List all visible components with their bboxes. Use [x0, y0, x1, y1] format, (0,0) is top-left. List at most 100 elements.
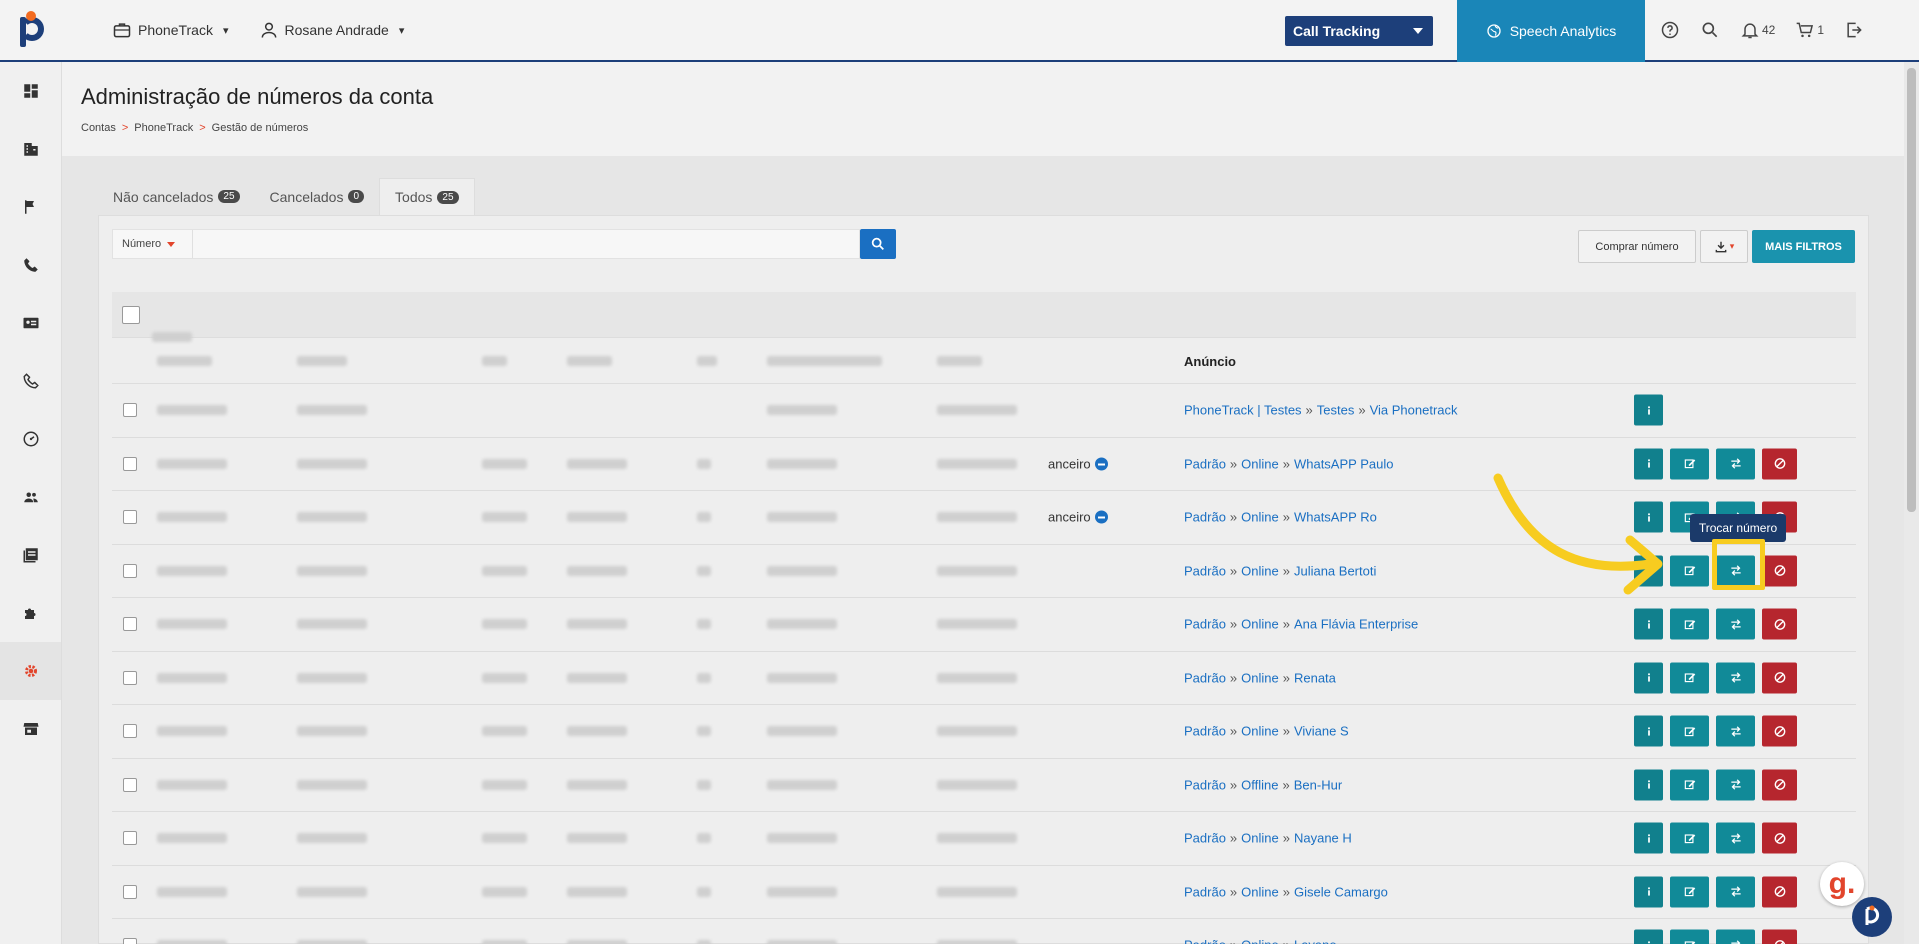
help-button[interactable] [1660, 20, 1680, 40]
swap-number-button[interactable] [1716, 662, 1755, 694]
ad-link[interactable]: Layane [1294, 938, 1337, 944]
ad-link[interactable]: Nayane H [1294, 831, 1352, 846]
ad-link[interactable]: Padrão [1184, 456, 1226, 471]
info-button[interactable] [1634, 876, 1663, 908]
row-checkbox[interactable] [123, 617, 137, 632]
cancel-number-button[interactable] [1762, 662, 1797, 694]
ad-link[interactable]: Via Phonetrack [1370, 403, 1458, 418]
ad-link[interactable]: Testes [1317, 403, 1355, 418]
info-button[interactable] [1634, 394, 1663, 426]
minus-circle-icon[interactable] [1094, 457, 1108, 471]
ad-link[interactable]: Online [1241, 617, 1279, 632]
ad-link[interactable]: Online [1241, 884, 1279, 899]
sidebar-item-contacts[interactable] [0, 294, 61, 352]
buy-number-button[interactable]: Comprar número [1578, 230, 1696, 263]
info-button[interactable] [1634, 715, 1663, 747]
info-button[interactable] [1634, 608, 1663, 640]
ad-link[interactable]: Juliana Bertoti [1294, 563, 1376, 578]
swap-number-button[interactable] [1716, 448, 1755, 480]
download-button[interactable]: ▾ [1700, 230, 1748, 263]
notifications-button[interactable]: 42 [1740, 20, 1775, 40]
search-input[interactable] [193, 230, 853, 258]
ad-link[interactable]: Padrão [1184, 777, 1226, 792]
sidebar-item-speed[interactable] [0, 410, 61, 468]
sidebar-item-reports[interactable] [0, 526, 61, 584]
edit-button[interactable] [1670, 769, 1709, 801]
sidebar-item-calls[interactable] [0, 236, 61, 294]
info-button[interactable] [1634, 769, 1663, 801]
edit-button[interactable] [1670, 662, 1709, 694]
edit-button[interactable] [1670, 608, 1709, 640]
row-checkbox[interactable] [123, 670, 137, 685]
ad-link[interactable]: Offline [1241, 777, 1278, 792]
sidebar-item-campaigns[interactable] [0, 178, 61, 236]
chat-launcher[interactable] [1852, 897, 1892, 937]
more-filters-button[interactable]: MAIS FILTROS [1752, 230, 1855, 263]
edit-button[interactable] [1670, 876, 1709, 908]
company-menu[interactable]: PhoneTrack ▾ [112, 20, 229, 40]
scrollbar-thumb[interactable] [1907, 68, 1916, 512]
row-checkbox[interactable] [123, 831, 137, 846]
ad-link[interactable]: Padrão [1184, 670, 1226, 685]
edit-button[interactable] [1670, 715, 1709, 747]
ad-link[interactable]: Ben-Hur [1294, 777, 1342, 792]
ad-link[interactable]: PhoneTrack | Testes [1184, 403, 1302, 418]
cancel-number-button[interactable] [1762, 876, 1797, 908]
phonetrack-logo[interactable] [0, 0, 62, 60]
tab-nao-cancelados[interactable]: Não cancelados 25 [98, 178, 255, 215]
ad-link[interactable]: Online [1241, 670, 1279, 685]
breadcrumb-item-contas[interactable]: Contas [81, 122, 116, 134]
row-checkbox[interactable] [123, 403, 137, 418]
guide-badge[interactable]: g. [1820, 862, 1864, 906]
ad-link[interactable]: Gisele Camargo [1294, 884, 1388, 899]
row-checkbox[interactable] [123, 510, 137, 525]
row-checkbox[interactable] [123, 777, 137, 792]
breadcrumb-item-phonetrack[interactable]: PhoneTrack [134, 122, 193, 134]
tab-todos[interactable]: Todos 25 [379, 178, 475, 215]
info-button[interactable] [1634, 822, 1663, 854]
edit-button[interactable] [1670, 555, 1709, 587]
edit-button[interactable] [1670, 822, 1709, 854]
sidebar-item-dashboard[interactable] [0, 62, 61, 120]
swap-number-button[interactable] [1716, 715, 1755, 747]
ad-link[interactable]: Online [1241, 831, 1279, 846]
ad-link[interactable]: Padrão [1184, 563, 1226, 578]
select-all-checkbox[interactable] [122, 305, 140, 324]
ad-link[interactable]: Padrão [1184, 510, 1226, 525]
ad-link[interactable]: Online [1241, 563, 1279, 578]
minus-circle-icon[interactable] [1094, 510, 1108, 524]
swap-number-button[interactable] [1716, 822, 1755, 854]
sidebar-item-settings[interactable] [0, 642, 61, 700]
logout-button[interactable] [1844, 20, 1864, 40]
sidebar-item-numbers[interactable] [0, 352, 61, 410]
swap-number-button[interactable] [1716, 929, 1755, 944]
cart-button[interactable]: 1 [1795, 20, 1824, 40]
ad-link[interactable]: WhatsAPP Ro [1294, 510, 1377, 525]
row-checkbox[interactable] [123, 456, 137, 471]
swap-number-button[interactable] [1716, 608, 1755, 640]
page-scrollbar[interactable] [1904, 62, 1919, 944]
row-checkbox[interactable] [123, 884, 137, 899]
ad-link[interactable]: Ana Flávia Enterprise [1294, 617, 1418, 632]
product-select[interactable]: Call Tracking [1285, 16, 1433, 46]
edit-button[interactable] [1670, 448, 1709, 480]
search-submit-button[interactable] [860, 229, 896, 259]
user-menu[interactable]: Rosane Andrade ▾ [259, 20, 404, 40]
ad-link[interactable]: Padrão [1184, 938, 1226, 944]
ad-link[interactable]: Padrão [1184, 724, 1226, 739]
cancel-number-button[interactable] [1762, 715, 1797, 747]
ad-link[interactable]: Viviane S [1294, 724, 1349, 739]
sidebar-item-company[interactable] [0, 120, 61, 178]
speech-analytics-button[interactable]: Speech Analytics [1457, 0, 1645, 62]
sidebar-item-users[interactable] [0, 468, 61, 526]
ad-link[interactable]: Renata [1294, 670, 1336, 685]
info-button[interactable] [1634, 662, 1663, 694]
row-checkbox[interactable] [123, 724, 137, 739]
row-checkbox[interactable] [123, 563, 137, 578]
cancel-number-button[interactable] [1762, 555, 1797, 587]
sidebar-item-store[interactable] [0, 700, 61, 758]
filter-field-select[interactable]: Número [113, 230, 193, 258]
ad-link[interactable]: Padrão [1184, 831, 1226, 846]
cancel-number-button[interactable] [1762, 929, 1797, 944]
ad-link[interactable]: Padrão [1184, 617, 1226, 632]
